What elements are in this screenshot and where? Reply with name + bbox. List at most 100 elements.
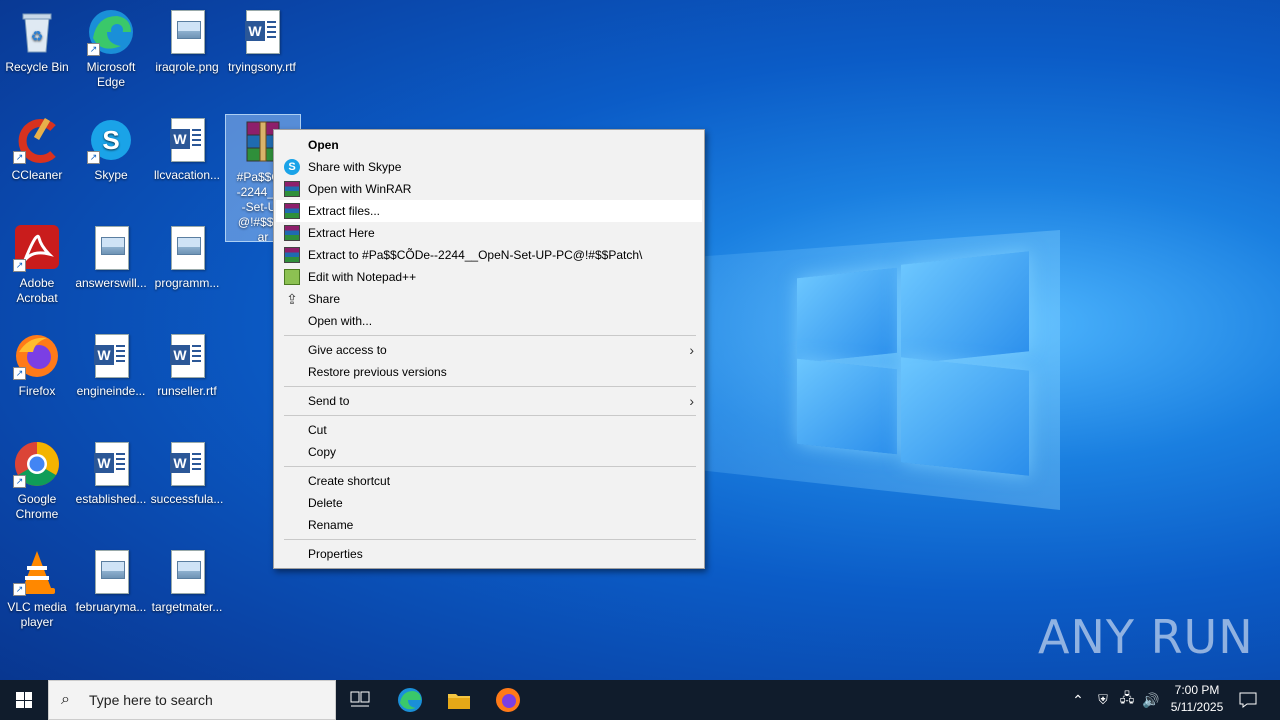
image-file-icon [163, 548, 211, 596]
word-document-icon: W [163, 440, 211, 488]
desktop-icon-skype[interactable]: S ↗ Skype [74, 116, 148, 183]
winrar-icon [284, 225, 300, 241]
task-view-icon [350, 691, 370, 707]
taskbar-firefox-button[interactable] [484, 680, 532, 720]
desktop-icon-established[interactable]: W established... [74, 440, 148, 507]
menu-item-delete[interactable]: Delete [274, 492, 704, 514]
menu-item-extract-files[interactable]: Extract files... [276, 200, 702, 222]
icon-label: februaryma... [75, 600, 147, 614]
desktop-icon-targetmater[interactable]: targetmater... [150, 548, 224, 615]
menu-item-label: Edit with Notepad++ [308, 270, 417, 284]
desktop-icon-iraqrole[interactable]: iraqrole.png [150, 8, 224, 75]
desktop-icon-recycle-bin[interactable]: ♻ Recycle Bin [0, 8, 74, 75]
menu-item-give-access-to[interactable]: Give access to › [274, 339, 704, 361]
acrobat-icon: ↗ [13, 224, 61, 272]
menu-item-open-with[interactable]: Open with... [274, 310, 704, 332]
chevron-right-icon: › [689, 342, 694, 358]
menu-item-open[interactable]: Open [274, 134, 704, 156]
menu-item-label: Create shortcut [308, 474, 391, 488]
task-view-button[interactable] [336, 680, 384, 720]
menu-item-cut[interactable]: Cut [274, 419, 704, 441]
network-icon[interactable]: 🖧 [1115, 680, 1139, 720]
desktop-icon-programm[interactable]: programm... [150, 224, 224, 291]
desktop-icon-answerswill[interactable]: answerswill... [74, 224, 148, 291]
desktop-icon-tryingsony[interactable]: W tryingsony.rtf [225, 8, 299, 75]
menu-item-rename[interactable]: Rename [274, 514, 704, 536]
icon-label: Skype [94, 168, 128, 182]
svg-text:S: S [102, 125, 119, 155]
menu-item-label: Send to [308, 394, 350, 408]
clock-time: 7:00 PM [1174, 683, 1220, 697]
start-button[interactable] [0, 680, 48, 720]
menu-item-extract-here[interactable]: Extract Here [274, 222, 704, 244]
icon-label: Microsoft Edge [86, 60, 136, 89]
desktop-icon-llcvacation[interactable]: W llcvacation... [150, 116, 224, 183]
menu-separator [274, 383, 704, 390]
desktop-icon-firefox[interactable]: ↗ Firefox [0, 332, 74, 399]
menu-item-label: Share [308, 292, 341, 306]
menu-item-copy[interactable]: Copy [274, 441, 704, 463]
icon-label: engineinde... [76, 384, 146, 398]
winrar-icon [284, 247, 300, 263]
winrar-icon [284, 203, 300, 219]
menu-item-send-to[interactable]: Send to › [274, 390, 704, 412]
context-menu: Open S Share with Skype Open with WinRAR … [273, 129, 705, 569]
icon-label: Recycle Bin [5, 60, 69, 74]
windows-wallpaper-logo [797, 243, 1029, 479]
menu-item-label: Delete [308, 496, 343, 510]
icon-label: programm... [154, 276, 220, 290]
desktop-icon-successfula[interactable]: W successfula... [150, 440, 224, 507]
menu-item-edit-with-notepadpp[interactable]: Edit with Notepad++ [274, 266, 704, 288]
menu-item-label: Share with Skype [308, 160, 402, 174]
taskbar-edge-button[interactable] [386, 680, 434, 720]
tray-security-icon[interactable]: ⛨ [1092, 680, 1114, 720]
menu-item-properties[interactable]: Properties [274, 543, 704, 565]
image-file-icon [87, 224, 135, 272]
desktop-icon-ccleaner[interactable]: ↗ CCleaner [0, 116, 74, 183]
recycle-bin-icon: ♻ [13, 8, 61, 56]
menu-item-label: Extract to #Pa$$CÕDe--2244__OpeN-Set-UP-… [308, 248, 643, 262]
notification-center-icon[interactable] [1234, 680, 1262, 720]
desktop-icon-microsoft-edge[interactable]: ↗ Microsoft Edge [74, 8, 148, 90]
taskbar-file-explorer-button[interactable] [435, 680, 483, 720]
chrome-icon: ↗ [13, 440, 61, 488]
icon-label: VLC media player [7, 600, 67, 629]
menu-item-create-shortcut[interactable]: Create shortcut [274, 470, 704, 492]
menu-item-extract-to-folder[interactable]: Extract to #Pa$$CÕDe--2244__OpeN-Set-UP-… [274, 244, 704, 266]
icon-label: tryingsony.rtf [228, 60, 296, 74]
firefox-icon [496, 688, 520, 712]
icon-label: CCleaner [11, 168, 63, 182]
share-icon: ⇪ [286, 291, 298, 307]
chevron-right-icon: › [689, 393, 694, 409]
menu-item-open-with-winrar[interactable]: Open with WinRAR [274, 178, 704, 200]
menu-item-label: Extract files... [308, 204, 381, 218]
icon-label: established... [75, 492, 147, 506]
desktop-icon-engineinde[interactable]: W engineinde... [74, 332, 148, 399]
taskbar-search-box[interactable]: ⌕ Type here to search [48, 680, 336, 720]
taskbar: ⌕ Type here to search ⌃ ⛨ 🖧 🔊 7:00 PM 5/… [0, 680, 1280, 720]
svg-text:♻: ♻ [31, 28, 44, 44]
notepadpp-icon [284, 269, 300, 285]
desktop-icon-runseller[interactable]: W runseller.rtf [150, 332, 224, 399]
winrar-icon [284, 181, 300, 197]
menu-item-label: Open with... [308, 314, 373, 328]
menu-separator [274, 536, 704, 543]
desktop-icon-vlc[interactable]: ↗ VLC media player [0, 548, 74, 630]
tray-chevron-up-icon[interactable]: ⌃ [1066, 680, 1090, 720]
icon-label: successfula... [150, 492, 224, 506]
system-clock[interactable]: 7:00 PM 5/11/2025 [1160, 682, 1234, 716]
menu-item-share[interactable]: ⇪ Share [274, 288, 704, 310]
vlc-icon: ↗ [13, 548, 61, 596]
folder-icon [448, 694, 470, 709]
icon-label: answerswill... [75, 276, 147, 290]
desktop-icon-februaryma[interactable]: februaryma... [74, 548, 148, 615]
desktop-icon-google-chrome[interactable]: ↗ Google Chrome [0, 440, 74, 522]
menu-item-share-with-skype[interactable]: S Share with Skype [274, 156, 704, 178]
search-placeholder: Type here to search [89, 692, 213, 708]
desktop-icon-adobe-acrobat[interactable]: ↗ Adobe Acrobat [0, 224, 74, 306]
menu-item-restore-previous-versions[interactable]: Restore previous versions [274, 361, 704, 383]
word-document-icon: W [238, 8, 286, 56]
menu-item-label: Copy [308, 445, 337, 459]
word-document-icon: W [163, 116, 211, 164]
icon-label: Adobe Acrobat [16, 276, 58, 305]
